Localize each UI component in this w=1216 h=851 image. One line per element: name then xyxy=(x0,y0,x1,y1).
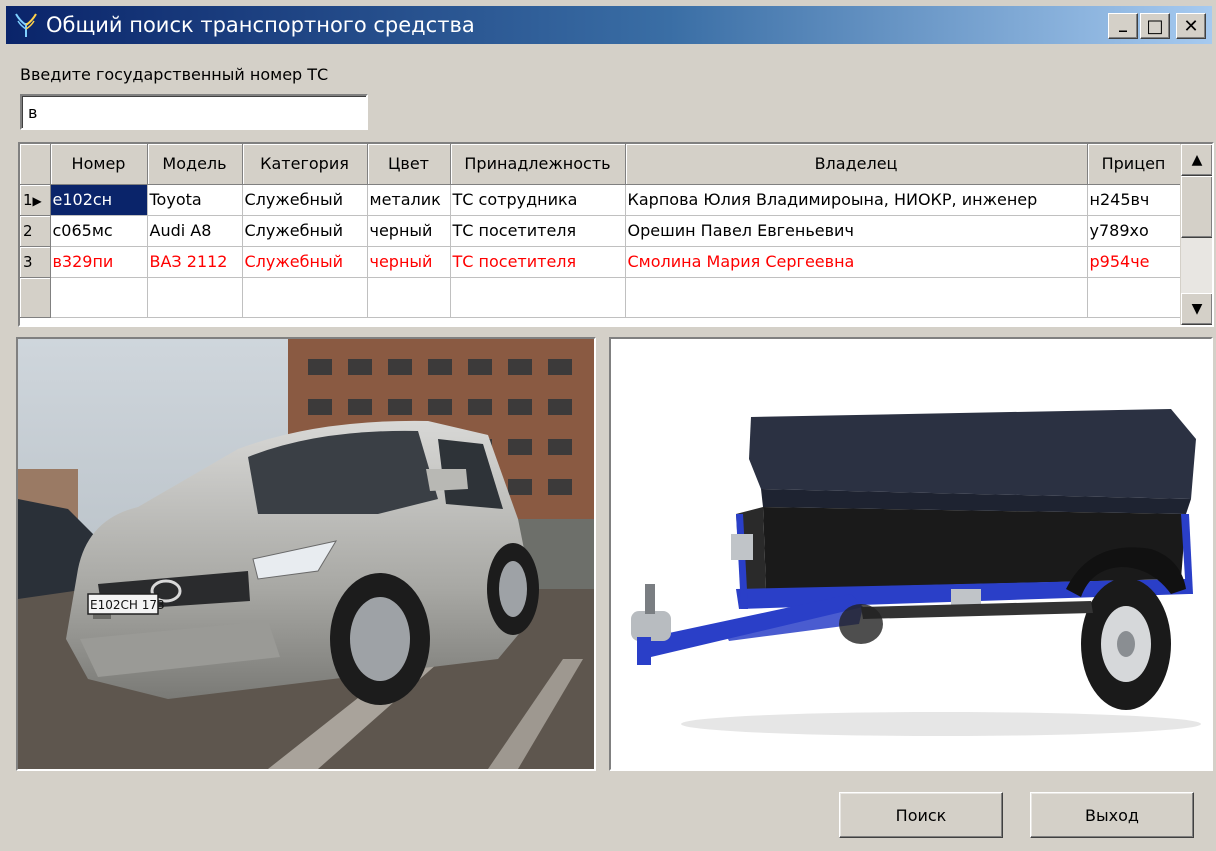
arrow-down-icon: ▼ xyxy=(1191,301,1203,317)
exit-button[interactable]: Выход xyxy=(1030,792,1194,838)
grid-corner-header xyxy=(20,144,51,185)
grid-scrollbar[interactable]: ▲ ▼ xyxy=(1180,144,1212,325)
cell-model[interactable]: Audi A8 xyxy=(147,215,243,247)
column-header-category[interactable]: Категория xyxy=(242,144,368,185)
vehicle-photo: Е102СН 173 xyxy=(16,337,596,771)
plate-label: Введите государственный номер ТС xyxy=(20,65,329,84)
cell-model[interactable]: Toyota xyxy=(147,184,243,216)
title-bar[interactable]: Общий поиск транспортного средства _ □ ✕ xyxy=(6,6,1212,44)
maximize-icon: □ xyxy=(1146,15,1164,37)
cell-color[interactable]: металик xyxy=(367,184,451,216)
cell-trailer[interactable]: у789хо xyxy=(1087,215,1181,247)
close-icon: ✕ xyxy=(1183,15,1199,37)
table-row[interactable]: 2 с065мс Audi A8 Служебный черный ТС пос… xyxy=(20,215,1181,247)
car-photo-image: Е102СН 173 xyxy=(18,339,594,769)
minimize-button[interactable]: _ xyxy=(1108,13,1138,39)
cell-category[interactable]: Служебный xyxy=(242,184,368,216)
cell-color[interactable]: черный xyxy=(367,215,451,247)
row-indicator[interactable]: 2 xyxy=(20,215,51,247)
vehicle-grid: Номер Модель Категория Цвет Принадлежнос… xyxy=(18,142,1214,327)
column-header-ownership[interactable]: Принадлежность xyxy=(450,144,626,185)
vehicle-search-window: Общий поиск транспортного средства _ □ ✕… xyxy=(0,0,1216,851)
cell-ownership[interactable]: ТС посетителя xyxy=(450,215,626,247)
trailer-photo-image xyxy=(611,339,1211,769)
cell-trailer[interactable]: р954че xyxy=(1087,246,1181,278)
row-pointer-icon: ▶ xyxy=(32,193,42,208)
column-header-number[interactable]: Номер xyxy=(50,144,148,185)
trailer-photo xyxy=(609,337,1213,771)
minimize-icon: _ xyxy=(1119,12,1127,32)
plate-number-input[interactable] xyxy=(20,94,368,130)
tree-icon xyxy=(15,13,37,37)
row-indicator[interactable]: 3 xyxy=(20,246,51,278)
search-button[interactable]: Поиск xyxy=(839,792,1003,838)
column-header-color[interactable]: Цвет xyxy=(367,144,451,185)
row-indicator[interactable]: 1▶ xyxy=(20,184,51,216)
cell-ownership[interactable]: ТС посетителя xyxy=(450,246,626,278)
cell-ownership[interactable]: ТС сотрудника xyxy=(450,184,626,216)
cell-owner[interactable]: Смолина Мария Сергеевна xyxy=(625,246,1088,278)
cell-category[interactable]: Служебный xyxy=(242,215,368,247)
cell-number[interactable]: е102сн xyxy=(50,184,148,216)
scroll-up-button[interactable]: ▲ xyxy=(1181,144,1212,176)
arrow-up-icon: ▲ xyxy=(1191,152,1203,168)
cell-trailer[interactable]: н245вч xyxy=(1087,184,1181,216)
license-plate: Е102СН 173 xyxy=(90,598,165,612)
column-header-model[interactable]: Модель xyxy=(147,144,243,185)
table-row[interactable]: 3 в329пи ВАЗ 2112 Служебный черный ТС по… xyxy=(20,246,1181,278)
cell-category[interactable]: Служебный xyxy=(242,246,368,278)
cell-model[interactable]: ВАЗ 2112 xyxy=(147,246,243,278)
scroll-thumb[interactable] xyxy=(1181,176,1212,238)
window-title: Общий поиск транспортного средства xyxy=(46,13,475,37)
maximize-button[interactable]: □ xyxy=(1140,13,1170,39)
column-header-trailer[interactable]: Прицеп xyxy=(1087,144,1181,185)
column-header-owner[interactable]: Владелец xyxy=(625,144,1088,185)
close-button[interactable]: ✕ xyxy=(1176,13,1206,39)
cell-number[interactable]: с065мс xyxy=(50,215,148,247)
table-row[interactable]: 1▶ е102сн Toyota Служебный металик ТС со… xyxy=(20,184,1181,216)
cell-color[interactable]: черный xyxy=(367,246,451,278)
cell-owner[interactable]: Карпова Юлия Владимироына, НИОКР, инжене… xyxy=(625,184,1088,216)
grid-header-row: Номер Модель Категория Цвет Принадлежнос… xyxy=(20,144,1181,185)
empty-row xyxy=(20,277,1181,318)
scroll-down-button[interactable]: ▼ xyxy=(1181,293,1212,325)
cell-owner[interactable]: Орешин Павел Евгеньевич xyxy=(625,215,1088,247)
cell-number[interactable]: в329пи xyxy=(50,246,148,278)
